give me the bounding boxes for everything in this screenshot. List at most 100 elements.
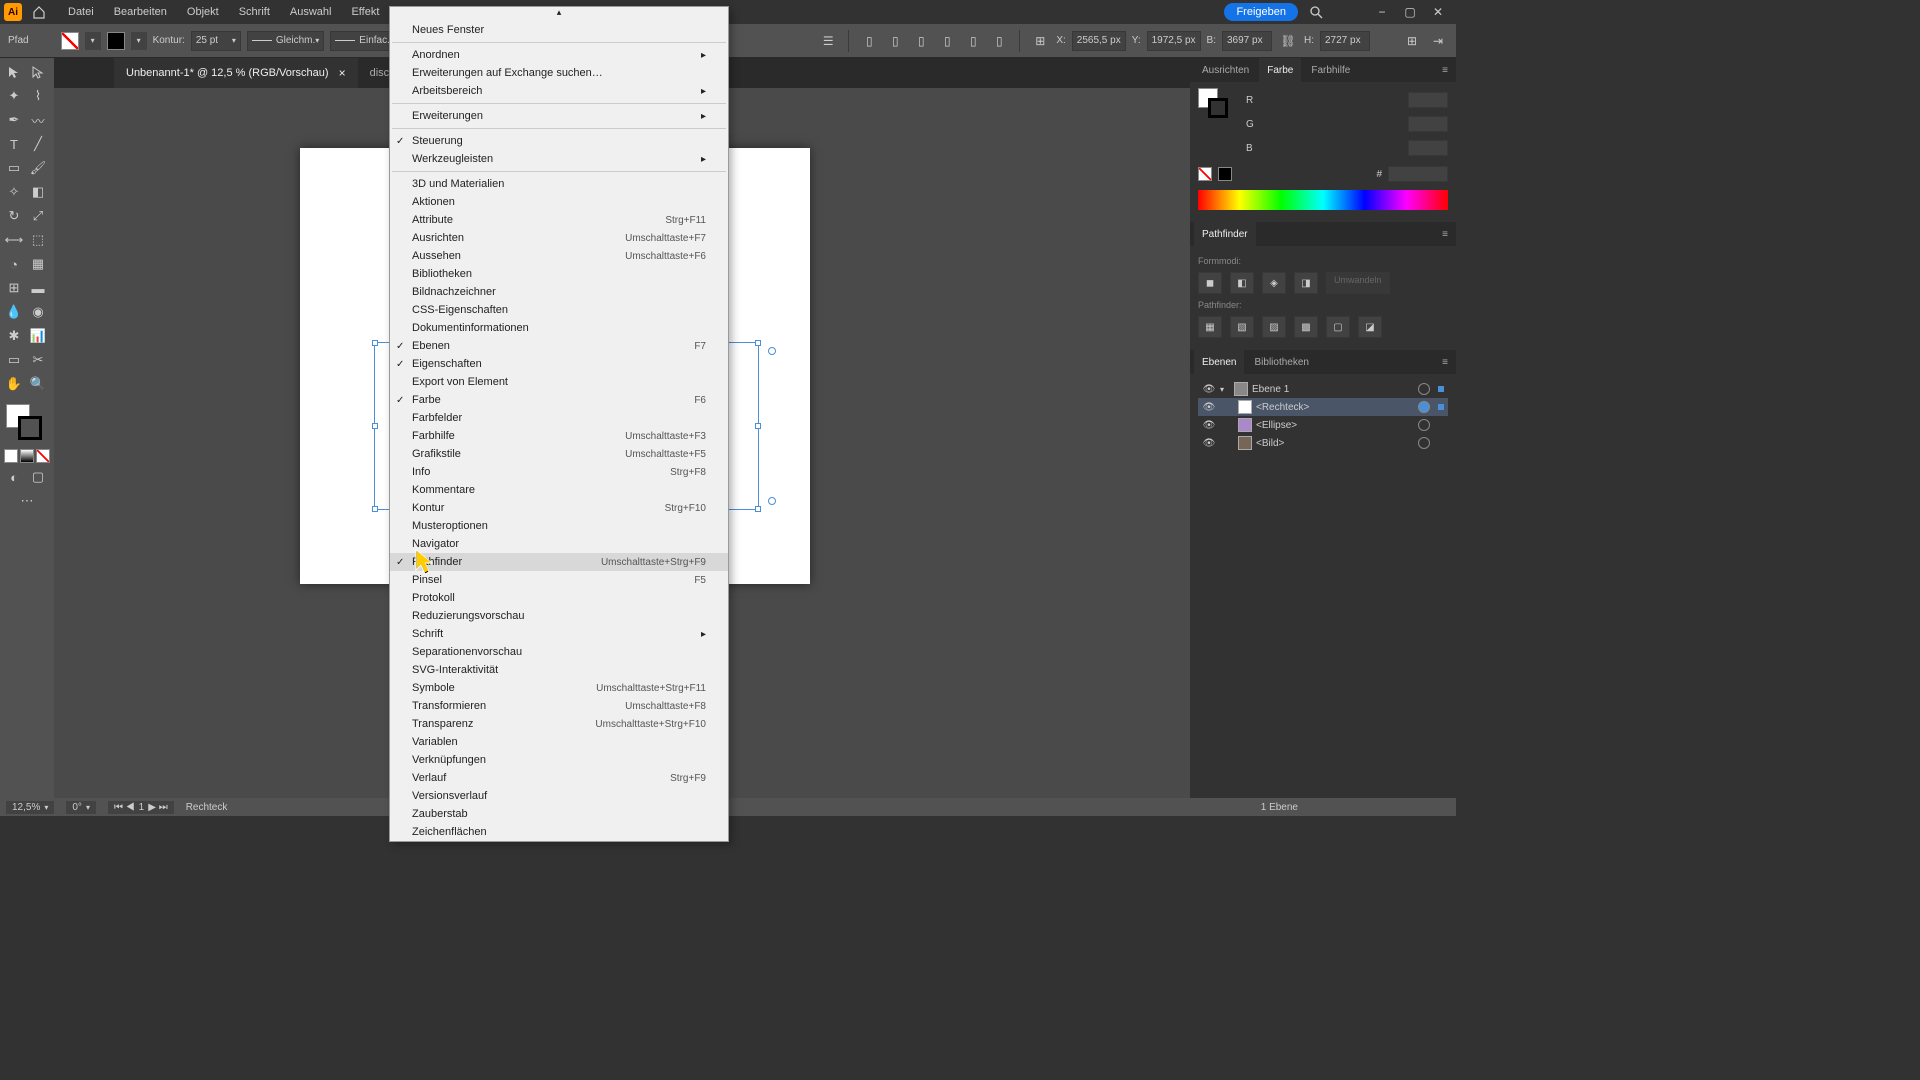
zoom-field[interactable]: 12,5%▾ — [6, 801, 54, 814]
menu-item-css-eigenschaften[interactable]: CSS-Eigenschaften — [390, 301, 728, 319]
menu-item-pinsel[interactable]: PinselF5 — [390, 571, 728, 589]
fill-dropdown[interactable]: ▾ — [85, 32, 101, 50]
home-icon[interactable] — [30, 3, 48, 21]
menu-item-steuerung[interactable]: ✓Steuerung — [390, 132, 728, 150]
menu-auswahl[interactable]: Auswahl — [280, 6, 342, 18]
screen-mode-icon[interactable]: ▢ — [26, 465, 50, 489]
panel-toggle-icon[interactable]: ⊞ — [1402, 31, 1422, 51]
menu-objekt[interactable]: Objekt — [177, 6, 229, 18]
direct-select-tool-icon[interactable] — [26, 60, 50, 84]
scale-tool-icon[interactable]: ⤢ — [26, 204, 50, 228]
menu-item-navigator[interactable]: Navigator — [390, 535, 728, 553]
panel-menu-icon[interactable]: ≡ — [1434, 350, 1456, 374]
slice-tool-icon[interactable]: ✂ — [26, 348, 50, 372]
menu-item-ausrichten[interactable]: AusrichtenUmschalttaste+F7 — [390, 229, 728, 247]
menu-item-separationenvorschau[interactable]: Separationenvorschau — [390, 643, 728, 661]
target-icon[interactable] — [1418, 419, 1430, 431]
menu-item-eigenschaften[interactable]: ✓Eigenschaften — [390, 355, 728, 373]
stroke-style-field[interactable]: Gleichm.▾ — [247, 31, 324, 51]
link-wh-icon[interactable]: ⛓ — [1278, 31, 1298, 51]
menu-item-versionsverlauf[interactable]: Versionsverlauf — [390, 787, 728, 805]
eyedropper-icon[interactable]: 💧 — [2, 300, 26, 324]
window-close[interactable]: ✕ — [1424, 5, 1452, 19]
graph-tool-icon[interactable]: 📊 — [26, 324, 50, 348]
eraser-tool-icon[interactable]: ◧ — [26, 180, 50, 204]
pf-trim-icon[interactable]: ▧ — [1230, 316, 1254, 338]
close-icon[interactable]: × — [339, 66, 346, 80]
r-field[interactable] — [1408, 92, 1448, 108]
none-swatch[interactable] — [1198, 167, 1212, 181]
menu-item-symbole[interactable]: SymboleUmschalttaste+Strg+F11 — [390, 679, 728, 697]
free-transform-icon[interactable]: ⬚ — [26, 228, 50, 252]
menu-item-anordnen[interactable]: Anordnen▸ — [390, 46, 728, 64]
panel-menu-icon[interactable]: ≡ — [1434, 222, 1456, 246]
visibility-icon[interactable]: 👁 — [1202, 384, 1216, 395]
tab-farbe[interactable]: Farbe — [1259, 58, 1301, 82]
pf-minus-back-icon[interactable]: ◪ — [1358, 316, 1382, 338]
align-bottom-icon[interactable]: ▯ — [989, 31, 1009, 51]
menu-item-werkzeugleisten[interactable]: Werkzeugleisten▸ — [390, 150, 728, 168]
stroke-swatch[interactable] — [107, 32, 125, 50]
pf-outline-icon[interactable]: ▢ — [1326, 316, 1350, 338]
artboard-tool-icon[interactable]: ▭ — [2, 348, 26, 372]
layer-row[interactable]: 👁 <Bild> — [1198, 434, 1448, 452]
menu-item-aktionen[interactable]: Aktionen — [390, 193, 728, 211]
menu-item-info[interactable]: InfoStrg+F8 — [390, 463, 728, 481]
menu-datei[interactable]: Datei — [58, 6, 104, 18]
gradient-tool-icon[interactable]: ▬ — [26, 276, 50, 300]
symbol-tool-icon[interactable]: ✱ — [2, 324, 26, 348]
b-field[interactable] — [1408, 140, 1448, 156]
align-left-icon[interactable]: ▯ — [859, 31, 879, 51]
layer-row[interactable]: 👁 <Ellipse> — [1198, 416, 1448, 434]
menu-bearbeiten[interactable]: Bearbeiten — [104, 6, 177, 18]
shape-builder-icon[interactable]: ◔ — [2, 252, 26, 276]
align-hcenter-icon[interactable]: ▯ — [885, 31, 905, 51]
menu-item-verlauf[interactable]: VerlaufStrg+F9 — [390, 769, 728, 787]
window-maximize[interactable]: ▢ — [1396, 5, 1424, 19]
menu-item-zeichenfl-chen[interactable]: Zeichenflächen — [390, 823, 728, 841]
zoom-tool-icon[interactable]: 🔍 — [26, 372, 50, 396]
menu-item-arbeitsbereich[interactable]: Arbeitsbereich▸ — [390, 82, 728, 100]
menu-item-reduzierungsvorschau[interactable]: Reduzierungsvorschau — [390, 607, 728, 625]
color-mode-gradient[interactable] — [20, 449, 34, 463]
menu-item-svg-interaktivit-t[interactable]: SVG-Interaktivität — [390, 661, 728, 679]
pf-merge-icon[interactable]: ▨ — [1262, 316, 1286, 338]
width-tool-icon[interactable]: ⟷ — [2, 228, 26, 252]
panel-menu-icon[interactable]: ≡ — [1434, 58, 1456, 82]
menu-item-attribute[interactable]: AttributeStrg+F11 — [390, 211, 728, 229]
menu-item-bildnachzeichner[interactable]: Bildnachzeichner — [390, 283, 728, 301]
target-icon[interactable] — [1418, 437, 1430, 449]
menu-item-schrift[interactable]: Schrift▸ — [390, 625, 728, 643]
h-field[interactable]: 2727 px — [1320, 31, 1370, 51]
transform-ref-icon[interactable]: ⊞ — [1030, 31, 1050, 51]
draw-mode-icon[interactable]: ◐ — [2, 465, 26, 489]
align-group-icon[interactable]: ☰ — [818, 31, 838, 51]
menu-item-export-von-element[interactable]: Export von Element — [390, 373, 728, 391]
menu-item-transformieren[interactable]: TransformierenUmschalttaste+F8 — [390, 697, 728, 715]
selection-tool-icon[interactable] — [2, 60, 26, 84]
target-icon[interactable] — [1418, 383, 1430, 395]
curvature-tool-icon[interactable]: 〰 — [26, 108, 50, 132]
hex-field[interactable] — [1388, 166, 1448, 182]
tab-document-1[interactable]: Unbenannt-1* @ 12,5 % (RGB/Vorschau) × — [114, 58, 358, 88]
tab-pathfinder[interactable]: Pathfinder — [1194, 222, 1256, 246]
color-fill-stroke[interactable] — [1198, 88, 1238, 122]
tab-farbhilfe[interactable]: Farbhilfe — [1303, 58, 1358, 82]
brush-tool-icon[interactable]: 🖌 — [26, 156, 50, 180]
menu-item-kommentare[interactable]: Kommentare — [390, 481, 728, 499]
visibility-icon[interactable]: 👁 — [1202, 402, 1216, 413]
black-swatch[interactable] — [1218, 167, 1232, 181]
fill-stroke-indicator[interactable] — [2, 400, 52, 445]
menu-item-variablen[interactable]: Variablen — [390, 733, 728, 751]
window-minimize[interactable]: − — [1368, 5, 1396, 19]
search-icon[interactable] — [1310, 6, 1338, 19]
artboard-nav[interactable]: ⏮ ◀ 1 ▶ ⏭ — [108, 801, 174, 814]
y-field[interactable]: 1972,5 px — [1147, 31, 1201, 51]
panel-expand-icon[interactable]: ⇥ — [1428, 31, 1448, 51]
menu-item-dokumentinformationen[interactable]: Dokumentinformationen — [390, 319, 728, 337]
mesh-tool-icon[interactable]: ⊞ — [2, 276, 26, 300]
w-field[interactable]: 3697 px — [1222, 31, 1272, 51]
line-tool-icon[interactable]: ╱ — [26, 132, 50, 156]
menu-item-farbfelder[interactable]: Farbfelder — [390, 409, 728, 427]
menu-item-pathfinder[interactable]: ✓PathfinderUmschalttaste+Strg+F9 — [390, 553, 728, 571]
